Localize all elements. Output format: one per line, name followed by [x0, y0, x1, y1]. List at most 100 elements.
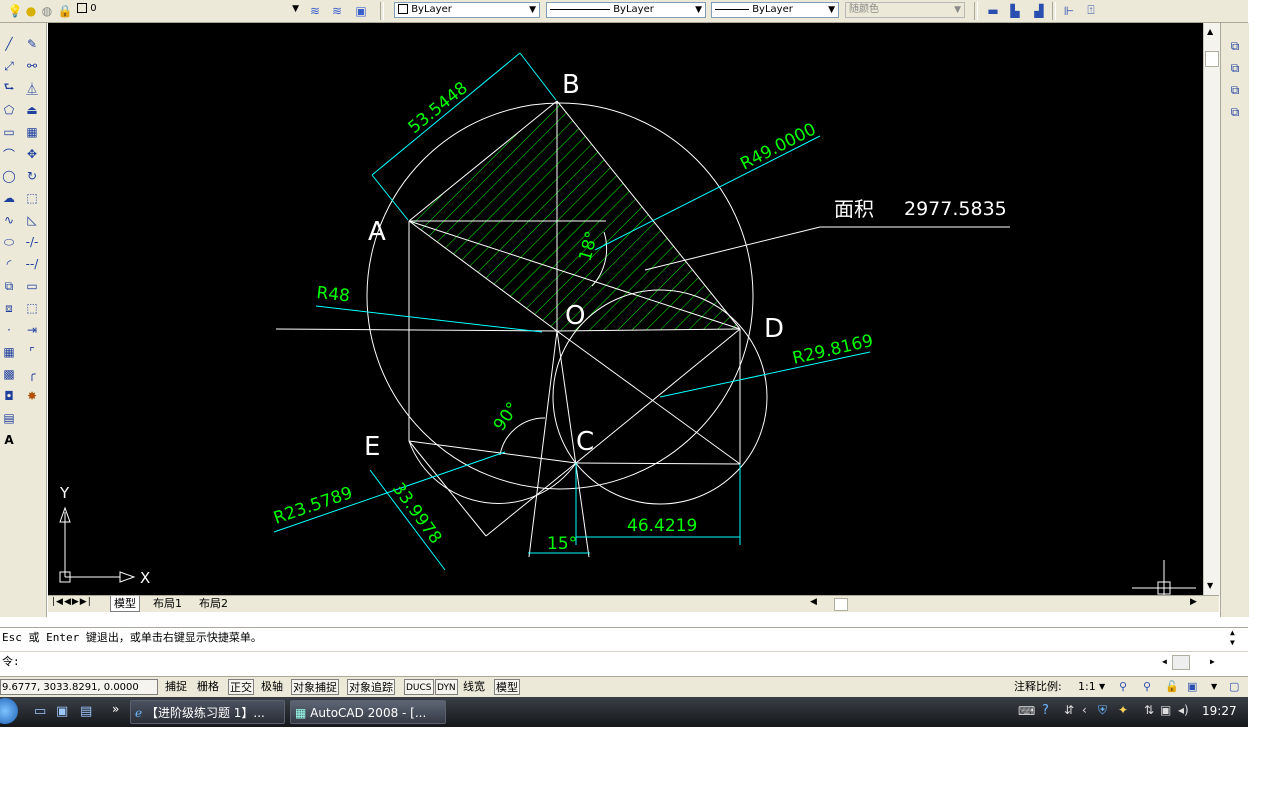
cmd-scroll-arrows-icon[interactable]: ▲ ▼	[1230, 628, 1235, 648]
start-button[interactable]	[0, 698, 18, 724]
send-under-icon[interactable]: ⧉	[1226, 103, 1244, 121]
rectangle-icon[interactable]: ▭	[0, 123, 18, 141]
construction-line-icon[interactable]: ⤢	[0, 57, 18, 75]
polyline-icon[interactable]: ⮑	[0, 79, 18, 97]
quicklaunch-more-icon[interactable]: »	[112, 702, 119, 716]
hscroll-left-icon[interactable]: ◀	[810, 597, 817, 607]
polygon-icon[interactable]: ⬠	[0, 101, 18, 119]
break-at-point-icon[interactable]: ▭	[23, 277, 41, 295]
color-select[interactable]: ByLayer ▼	[394, 2, 540, 18]
language-bar-icon[interactable]: ⇵	[1064, 703, 1074, 717]
spline-icon[interactable]: ∿	[0, 211, 18, 229]
hscroll-thumb[interactable]	[834, 598, 848, 611]
shield-icon[interactable]: ⛨	[1098, 703, 1107, 718]
bring-to-front-icon[interactable]: ⧉	[1226, 37, 1244, 55]
scroll-thumb[interactable]	[1205, 51, 1219, 67]
revision-cloud-icon[interactable]: ☁	[0, 189, 18, 207]
keyboard-icon[interactable]: ⌨	[1018, 704, 1035, 718]
insert-block-icon[interactable]: ⧉	[0, 277, 18, 295]
arc-icon[interactable]: ⌒	[0, 145, 18, 163]
bring-above-icon[interactable]: ⧉	[1226, 81, 1244, 99]
multileader-style-icon[interactable]: ⊩	[1060, 2, 1078, 19]
ellipse-icon[interactable]: ⬭	[0, 233, 18, 251]
make-block-icon[interactable]: ⧈	[0, 299, 18, 317]
task-browser[interactable]: ℯ 【进阶级练习题 1】...	[130, 700, 285, 724]
auto-scale-icon[interactable]: ⚲	[1142, 679, 1152, 695]
extend-icon[interactable]: --/	[23, 255, 41, 273]
move-icon[interactable]: ✥	[23, 145, 41, 163]
dimension-style-icon[interactable]: ▬	[984, 2, 1002, 19]
lineweight-select[interactable]: ByLayer ▼	[711, 2, 839, 18]
ducs-toggle[interactable]: DUCS	[404, 679, 434, 695]
make-current-layer-icon[interactable]: ≋	[306, 2, 324, 19]
annotation-scale-value[interactable]: 1:1	[1077, 679, 1097, 695]
tab-layout1[interactable]: 布局1	[150, 596, 185, 611]
freeze-icon[interactable]: ◍	[38, 2, 56, 19]
offset-icon[interactable]: ⏏	[23, 101, 41, 119]
trim-icon[interactable]: -/-	[23, 233, 41, 251]
text-style-icon[interactable]: ▟	[1030, 2, 1048, 19]
snap-toggle[interactable]: 捕捉	[164, 679, 188, 695]
command-input-line[interactable]: 令: ◀ ▶	[0, 651, 1248, 672]
join-icon[interactable]: ⇥	[23, 321, 41, 339]
dyn-toggle[interactable]: DYN	[435, 679, 458, 695]
lineweight-toggle[interactable]: 线宽	[462, 679, 486, 695]
gradient-icon[interactable]: ▩	[0, 365, 18, 383]
scroll-down-icon[interactable]: ▼	[1207, 581, 1213, 590]
copy-icon[interactable]: ⚯	[23, 57, 41, 75]
layer-previous-icon[interactable]: ≋	[328, 2, 346, 19]
toolbar-lock-icon[interactable]: 🔓	[1164, 679, 1180, 695]
tray-app-icon[interactable]: ✦	[1118, 703, 1128, 717]
scroll-up-icon[interactable]: ▲	[1207, 27, 1213, 36]
break-icon[interactable]: ⬚	[23, 299, 41, 317]
table-icon[interactable]: ▤	[0, 409, 18, 427]
status-menu-icon[interactable]: ▼	[1210, 679, 1218, 695]
model-toggle[interactable]: 模型	[494, 679, 520, 695]
linetype-select[interactable]: ByLayer ▼	[546, 2, 706, 18]
tab-layout2[interactable]: 布局2	[196, 596, 231, 611]
fillet-icon[interactable]: ╭	[23, 365, 41, 383]
vertical-scrollbar[interactable]: ▲ ▼	[1203, 23, 1220, 595]
help-icon[interactable]: ?	[1042, 703, 1049, 718]
layer-select[interactable]: 0 ▼	[74, 2, 302, 18]
clean-screen-icon[interactable]: ▢	[1228, 679, 1240, 695]
grid-toggle[interactable]: 栅格	[196, 679, 220, 695]
circle-icon[interactable]: ◯	[0, 167, 18, 185]
tab-nav-arrows-icon[interactable]: |◀◀▶▶|	[52, 597, 92, 607]
layer-states-icon[interactable]: ▣	[352, 2, 370, 19]
coordinate-readout[interactable]: 9.6777, 3033.8291, 0.0000	[0, 679, 158, 695]
point-icon[interactable]: ·	[0, 321, 18, 339]
stretch-icon[interactable]: ◺	[23, 211, 41, 229]
osnap-toggle[interactable]: 对象捕捉	[291, 679, 339, 695]
mirror-icon[interactable]: ⏅	[23, 79, 41, 97]
switch-windows-icon[interactable]: ▤	[80, 704, 92, 719]
erase-icon[interactable]: ✎	[23, 35, 41, 53]
explorer-icon[interactable]: ▣	[56, 704, 68, 719]
hscroll-right-icon[interactable]: ▶	[1190, 597, 1197, 607]
hatch-icon[interactable]: ▦	[0, 343, 18, 361]
chamfer-icon[interactable]: ⌜	[23, 343, 41, 361]
array-icon[interactable]: ▦	[23, 123, 41, 141]
tray-expand-icon[interactable]: ‹	[1082, 703, 1087, 717]
line-icon[interactable]: ╱	[0, 35, 18, 53]
clock[interactable]: 19:27	[1202, 704, 1237, 718]
region-icon[interactable]: ◘	[0, 387, 18, 405]
chevron-down-icon[interactable]: ▼	[1098, 679, 1106, 695]
sync-icon[interactable]: ⇅	[1144, 703, 1154, 717]
lock-icon[interactable]: 🔒	[56, 2, 74, 19]
explode-icon[interactable]: ✸	[23, 387, 41, 405]
table-style-icon[interactable]: ▙	[1006, 2, 1024, 19]
show-desktop-icon[interactable]: ▭	[34, 704, 46, 719]
rotate-icon[interactable]: ↻	[23, 167, 41, 185]
cmd-hscroll-left-icon[interactable]: ◀	[1162, 652, 1167, 672]
cmd-hscroll-thumb[interactable]	[1172, 655, 1190, 670]
annotation-visibility-icon[interactable]: ⚲	[1118, 679, 1128, 695]
otrack-toggle[interactable]: 对象追踪	[347, 679, 395, 695]
multileader-icon[interactable]: ⍐	[1082, 2, 1100, 19]
volume-icon[interactable]: ◂)	[1178, 703, 1189, 717]
send-to-back-icon[interactable]: ⧉	[1226, 59, 1244, 77]
ellipse-arc-icon[interactable]: ◜	[0, 255, 18, 273]
cmd-hscroll-right-icon[interactable]: ▶	[1210, 652, 1215, 672]
polar-toggle[interactable]: 极轴	[260, 679, 284, 695]
tab-model[interactable]: 模型	[110, 596, 140, 612]
